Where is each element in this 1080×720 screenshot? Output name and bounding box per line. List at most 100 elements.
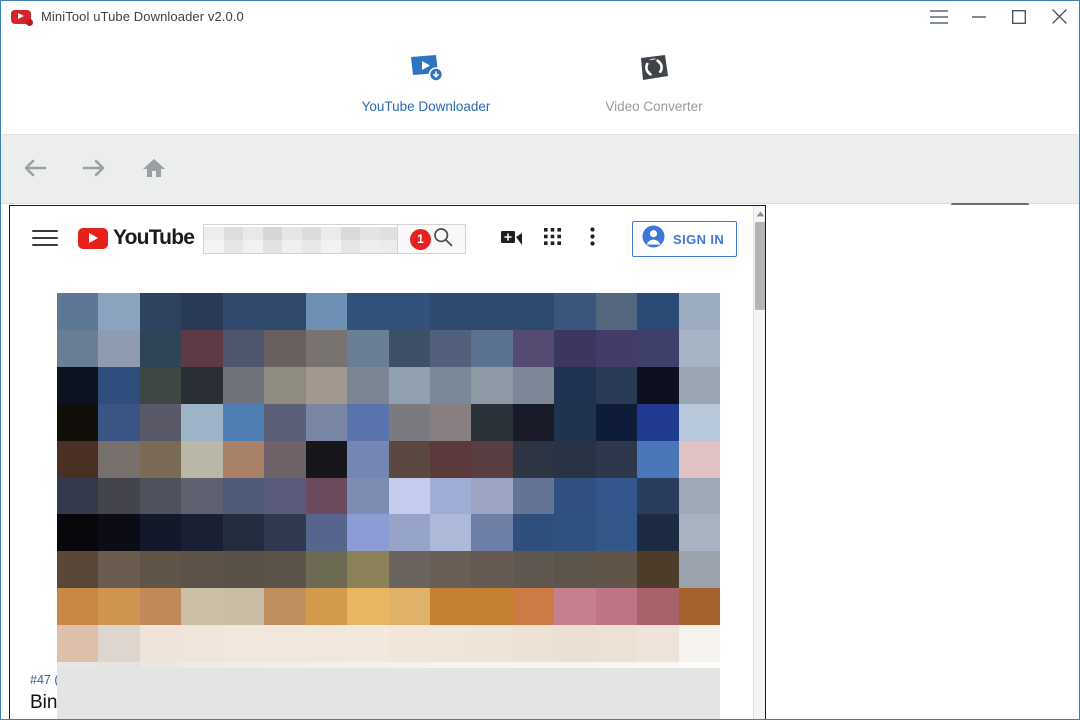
tab-youtube-downloader[interactable]: YouTube Downloader: [351, 50, 501, 114]
video-index-link[interactable]: #47 (: [30, 673, 59, 687]
thumbnail-pixel-block: [57, 551, 99, 589]
app-window: MiniTool uTube Downloader v2.0.0 YouTube…: [0, 0, 1080, 720]
video-thumbnail-redacted[interactable]: [57, 293, 720, 699]
app-logo-icon: [11, 9, 33, 26]
right-blank-pane: [766, 205, 1079, 719]
forward-button[interactable]: [77, 153, 111, 187]
thumbnail-pixel-block: [347, 440, 389, 478]
video-download-icon: [408, 50, 444, 86]
mode-tab-bar: YouTube Downloader Video Converter: [1, 32, 1079, 135]
thumbnail-pixel-block: [98, 477, 140, 515]
thumbnail-pixel-block: [678, 551, 720, 589]
thumbnail-pixel-block: [429, 588, 472, 626]
thumbnail-pixel-block: [637, 551, 679, 589]
thumbnail-pixel-block: [471, 551, 513, 589]
thumbnail-pixel-block: [637, 477, 679, 515]
create-video-button[interactable]: [492, 224, 532, 254]
thumbnail-pixel-block: [139, 293, 182, 330]
youtube-logo[interactable]: YouTube: [78, 226, 195, 250]
thumbnail-pixel-block: [139, 514, 182, 552]
thumbnail-pixel-block: [181, 366, 223, 404]
thumbnail-pixel-block: [471, 403, 513, 441]
youtube-search-button[interactable]: 1: [398, 224, 466, 254]
thumbnail-pixel-block: [512, 588, 555, 626]
youtube-search-input[interactable]: [203, 224, 398, 254]
thumbnail-pixel-block: [388, 403, 430, 441]
thumbnail-pixel-block: [305, 477, 348, 515]
thumbnail-pixel-block: [388, 514, 430, 552]
more-menu-button[interactable]: [572, 224, 612, 254]
thumbnail-pixel-block: [595, 625, 638, 663]
maximize-icon: [1012, 9, 1026, 24]
thumbnail-occlusion-mask: [57, 668, 720, 719]
thumbnail-pixel-block: [347, 625, 389, 663]
thumbnail-pixel-block: [429, 514, 472, 552]
thumbnail-pixel-block: [512, 403, 555, 441]
close-button[interactable]: [1039, 1, 1079, 32]
thumbnail-pixel-block: [637, 588, 679, 626]
thumbnail-pixel-block: [222, 477, 265, 515]
thumbnail-pixel-block: [57, 329, 99, 367]
thumbnail-pixel-block: [305, 588, 348, 626]
thumbnail-pixel-block: [57, 440, 99, 478]
thumbnail-pixel-block: [429, 366, 472, 404]
back-button[interactable]: [18, 153, 52, 187]
account-circle-icon: [642, 225, 665, 253]
thumbnail-pixel-block: [305, 551, 348, 589]
thumbnail-pixel-block: [222, 514, 265, 552]
window-title: MiniTool uTube Downloader v2.0.0: [41, 9, 244, 24]
thumbnail-pixel-block: [678, 440, 720, 478]
youtube-search-redacted: [204, 227, 397, 240]
thumbnail-pixel-block: [554, 329, 596, 367]
thumbnail-pixel-block: [512, 329, 555, 367]
thumbnail-pixel-block: [305, 403, 348, 441]
thumbnail-pixel-block: [98, 293, 140, 330]
scrollbar-thumb[interactable]: [755, 222, 765, 310]
thumbnail-pixel-block: [264, 588, 306, 626]
thumbnail-pixel-block: [512, 514, 555, 552]
thumbnail-pixel-block: [181, 588, 223, 626]
thumbnail-pixel-block: [181, 329, 223, 367]
menu-button[interactable]: [919, 1, 959, 32]
home-button[interactable]: [137, 153, 171, 187]
thumbnail-pixel-block: [429, 403, 472, 441]
thumbnail-pixel-block: [471, 625, 513, 663]
youtube-header: YouTube 1 SIGN IN: [10, 206, 755, 270]
window-controls: [919, 1, 1079, 32]
thumbnail-pixel-block: [98, 366, 140, 404]
tab-video-converter[interactable]: Video Converter: [579, 50, 729, 114]
thumbnail-pixel-block: [264, 403, 306, 441]
tab-youtube-downloader-label: YouTube Downloader: [361, 99, 491, 114]
thumbnail-pixel-block: [429, 625, 472, 663]
thumbnail-pixel-block: [305, 440, 348, 478]
youtube-menu-icon[interactable]: [32, 225, 58, 251]
browser-scrollbar[interactable]: [753, 206, 765, 719]
thumbnail-pixel-block: [678, 403, 720, 441]
thumbnail-pixel-block: [512, 477, 555, 515]
thumbnail-pixel-block: [347, 329, 389, 367]
apps-grid-button[interactable]: [532, 224, 572, 254]
thumbnail-pixel-block: [471, 329, 513, 367]
sign-in-button[interactable]: SIGN IN: [632, 221, 738, 257]
maximize-button[interactable]: [999, 1, 1039, 32]
thumbnail-pixel-block: [139, 477, 182, 515]
youtube-search-badge: 1: [410, 228, 431, 250]
thumbnail-pixel-block: [554, 403, 596, 441]
thumbnail-pixel-block: [57, 403, 99, 441]
thumbnail-pixel-block: [595, 293, 638, 330]
thumbnail-pixel-block: [222, 293, 265, 330]
minimize-button[interactable]: [959, 1, 999, 32]
scroll-up-button[interactable]: [754, 206, 765, 220]
thumbnail-pixel-block: [512, 366, 555, 404]
thumbnail-pixel-block: [595, 514, 638, 552]
thumbnail-pixel-block: [388, 440, 430, 478]
video-title: Bin: [30, 692, 58, 713]
thumbnail-pixel-block: [57, 625, 99, 663]
thumbnail-pixel-block: [139, 551, 182, 589]
thumbnail-pixel-block: [57, 366, 99, 404]
thumbnail-pixel-block: [347, 551, 389, 589]
thumbnail-pixel-block: [678, 329, 720, 367]
thumbnail-pixel-block: [347, 588, 389, 626]
thumbnail-pixel-block: [305, 329, 348, 367]
thumbnail-pixel-block: [181, 293, 223, 330]
